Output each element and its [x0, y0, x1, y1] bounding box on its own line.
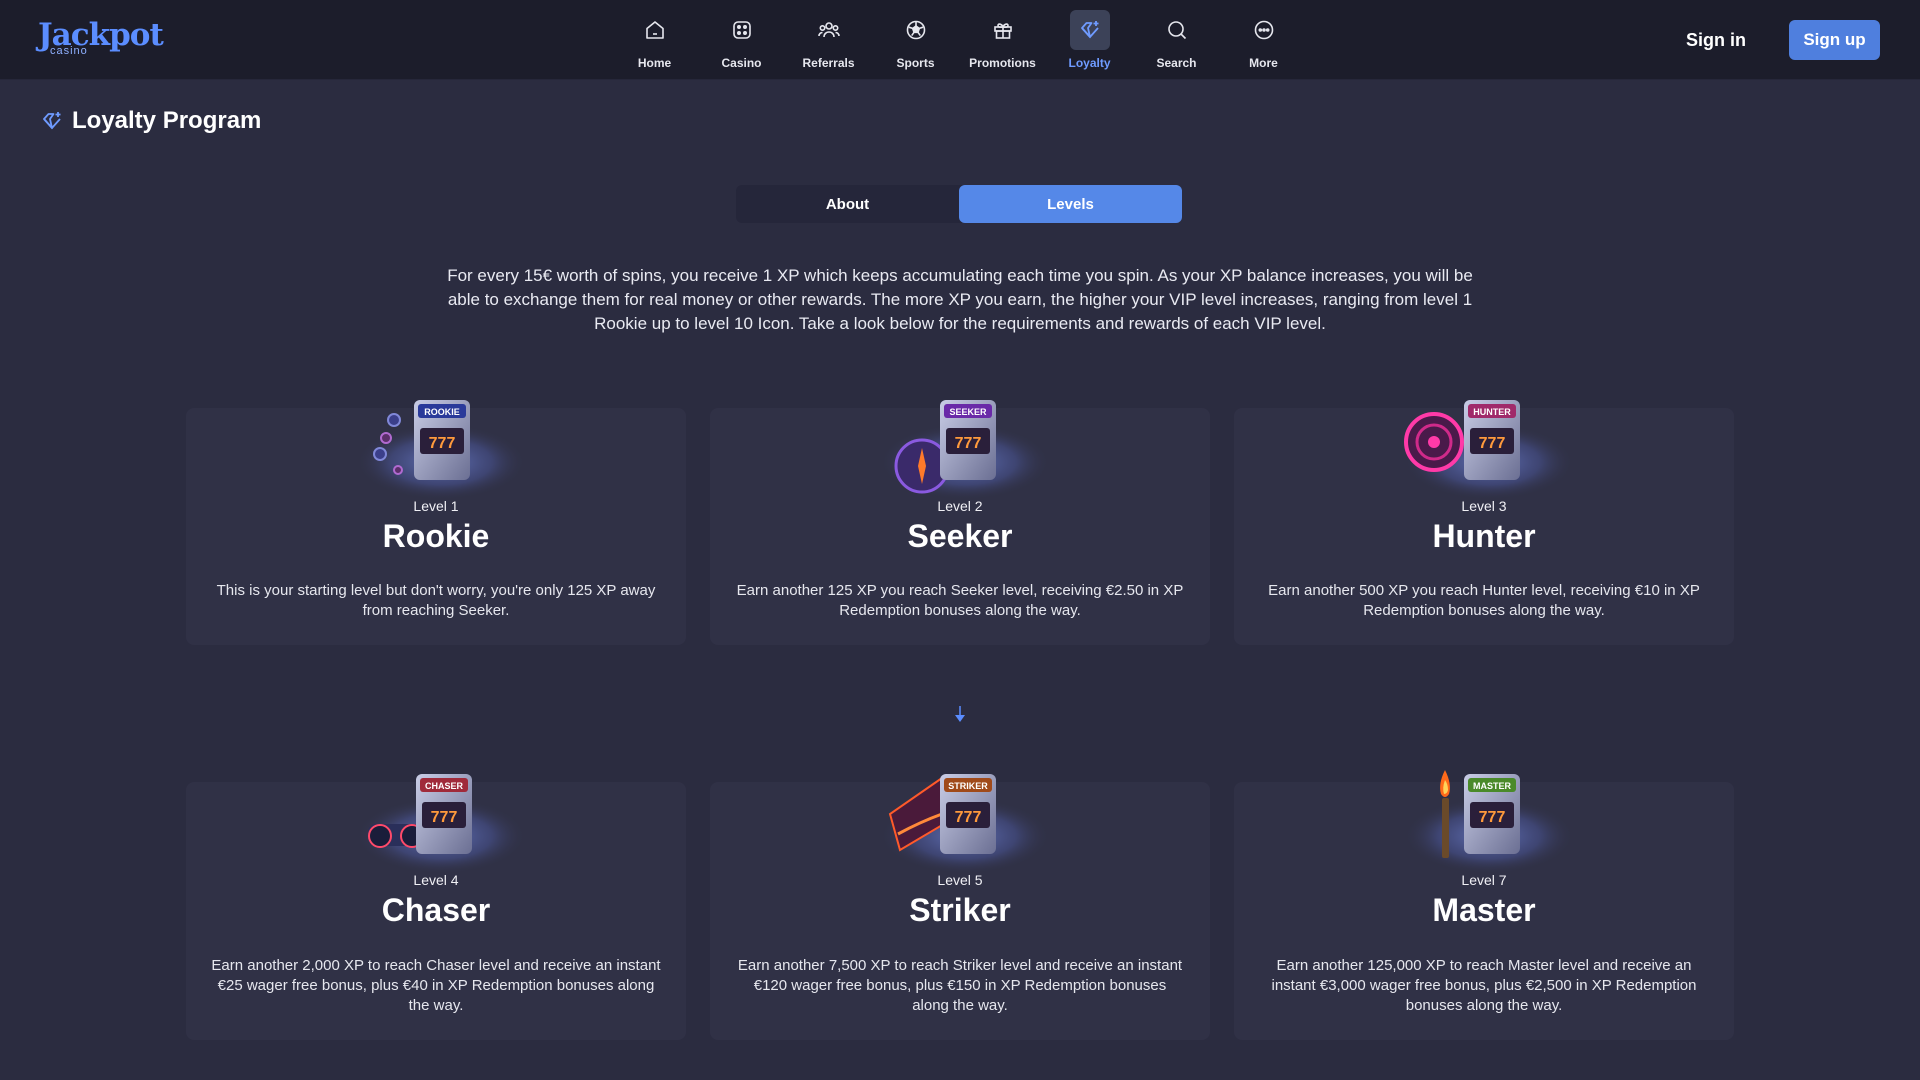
- svg-text:777: 777: [1479, 809, 1506, 826]
- level-number: Level 7: [1461, 872, 1507, 888]
- nav-label-home: Home: [637, 56, 672, 70]
- level-name: Master: [1432, 892, 1536, 928]
- svg-text:777: 777: [955, 809, 982, 826]
- level-card-seeker: SEEKER 777 Level 2 Seeker Earn another 1…: [710, 400, 1210, 645]
- svg-text:777: 777: [431, 809, 458, 826]
- svg-text:777: 777: [1479, 435, 1506, 452]
- level-description: Earn another 125 XP you reach Seeker lev…: [736, 582, 1184, 619]
- diamond-icon: [43, 112, 61, 130]
- level-name: Chaser: [381, 892, 491, 928]
- level-number: Level 1: [413, 498, 459, 514]
- nav-item-search[interactable]: Search: [1133, 10, 1220, 72]
- nav-label-referrals: Referrals: [802, 56, 855, 70]
- tab-levels[interactable]: Levels: [959, 185, 1182, 223]
- gift-icon: [983, 10, 1023, 50]
- intro-text: For every 15€ worth of spins, you receiv…: [447, 266, 1473, 333]
- hunter-slot-machine-art: HUNTER 777: [1404, 400, 1574, 500]
- loyalty-tabs: About Levels: [736, 185, 1182, 223]
- top-navigation-bar: Jackpot casino Home Casino Referrals Spo…: [0, 0, 1920, 80]
- dice-icon: [722, 10, 762, 50]
- svg-text:777: 777: [955, 435, 982, 452]
- logo-subtitle: casino: [50, 45, 88, 57]
- seeker-slot-machine-art: SEEKER 777: [880, 400, 1050, 500]
- level-number: Level 5: [937, 872, 983, 888]
- level-name: Striker: [909, 892, 1011, 928]
- sign-in-button[interactable]: Sign in: [1686, 25, 1746, 55]
- level-number: Level 3: [1461, 498, 1507, 514]
- level-name: Seeker: [907, 518, 1013, 554]
- level-card-master: MASTER 777 Level 7 Master Earn another 1…: [1234, 770, 1734, 1040]
- svg-text:STRIKER: STRIKER: [948, 781, 988, 791]
- diamond-icon: [1069, 10, 1110, 50]
- striker-slot-machine-art: STRIKER 777: [880, 774, 1050, 874]
- level-description: Earn another 2,000 XP to reach Chaser le…: [211, 957, 661, 1014]
- level-number: Level 4: [413, 872, 459, 888]
- level-name: Rookie: [382, 518, 490, 554]
- scroll-down-arrow-icon: [955, 706, 965, 722]
- nav-item-casino[interactable]: Casino: [698, 10, 785, 72]
- svg-text:MASTER: MASTER: [1473, 781, 1512, 791]
- svg-text:CHASER: CHASER: [425, 781, 464, 791]
- level-description: Earn another 500 XP you reach Hunter lev…: [1268, 582, 1700, 619]
- nav-label-sports: Sports: [896, 56, 935, 70]
- svg-text:777: 777: [429, 435, 456, 452]
- tab-about[interactable]: About: [736, 185, 959, 223]
- soccer-ball-icon: [896, 10, 936, 50]
- nav-item-loyalty[interactable]: Loyalty: [1046, 10, 1133, 72]
- nav-label-promotions: Promotions: [969, 56, 1036, 70]
- svg-text:SEEKER: SEEKER: [949, 407, 987, 417]
- nav-label-more: More: [1249, 56, 1278, 70]
- level-card-chaser: CHASER 777 Level 4 Chaser Earn another 2…: [186, 774, 686, 1040]
- home-icon: [635, 10, 675, 50]
- page-title: Loyalty Program: [72, 107, 262, 134]
- page-heading: Loyalty Program: [40, 104, 261, 138]
- users-icon: [809, 10, 849, 50]
- nav-label-loyalty: Loyalty: [1068, 56, 1111, 70]
- nav-item-sports[interactable]: Sports: [872, 10, 959, 72]
- nav-label-search: Search: [1156, 56, 1197, 70]
- nav-item-more[interactable]: More: [1220, 10, 1307, 72]
- main-nav: Home Casino Referrals Sports Promotions: [611, 10, 1307, 72]
- nav-item-promotions[interactable]: Promotions: [959, 10, 1046, 72]
- jackpot-casino-logo[interactable]: Jackpot casino: [38, 18, 164, 58]
- nav-item-home[interactable]: Home: [611, 10, 698, 72]
- rookie-slot-machine-art: ROOKIE 777: [356, 400, 526, 500]
- level-card-striker: STRIKER 777 Level 5 Striker Earn another…: [710, 774, 1210, 1040]
- sign-up-button[interactable]: Sign up: [1789, 20, 1880, 60]
- search-icon: [1157, 10, 1197, 50]
- level-number: Level 2: [937, 498, 983, 514]
- level-description: Earn another 125,000 XP to reach Master …: [1271, 957, 1697, 1014]
- chaser-slot-machine-art: CHASER 777: [356, 774, 526, 874]
- level-description: Earn another 7,500 XP to reach Striker l…: [737, 957, 1183, 1014]
- nav-item-referrals[interactable]: Referrals: [785, 10, 872, 72]
- level-description: This is your starting level but don't wo…: [216, 582, 656, 619]
- level-card-hunter: HUNTER 777 Level 3 Hunter Earn another 5…: [1234, 400, 1734, 645]
- svg-text:ROOKIE: ROOKIE: [424, 407, 460, 417]
- nav-label-casino: Casino: [721, 56, 762, 70]
- more-icon: [1244, 10, 1284, 50]
- level-card-rookie: ROOKIE 777 Level 1 Rookie This is your s…: [186, 400, 686, 645]
- level-name: Hunter: [1432, 518, 1536, 554]
- master-slot-machine-art: MASTER 777: [1404, 770, 1574, 874]
- svg-text:HUNTER: HUNTER: [1473, 407, 1511, 417]
